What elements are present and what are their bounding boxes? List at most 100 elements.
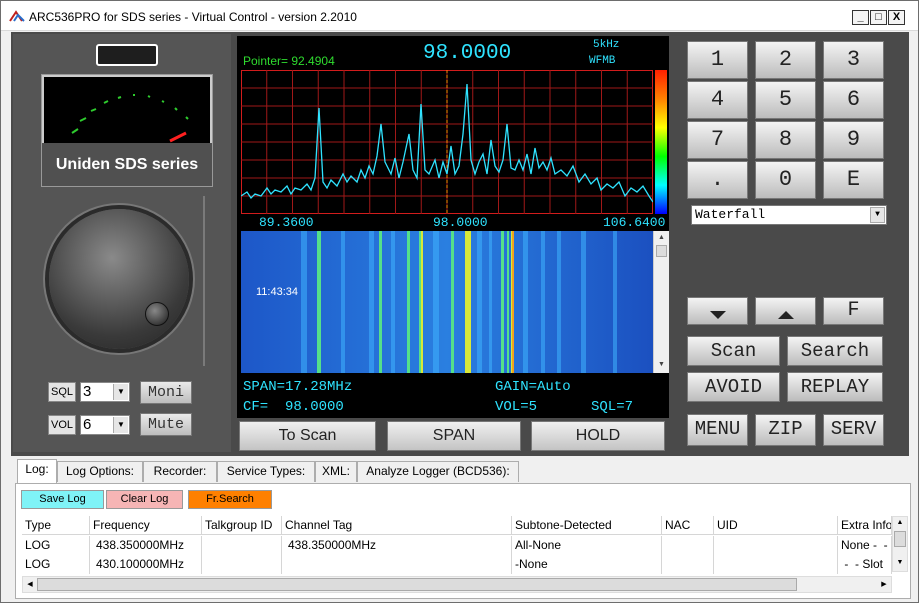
waterfall-timestamp: 11:43:34 (256, 286, 299, 298)
table-cell[interactable]: LOG (22, 536, 90, 555)
scroll-thumb[interactable] (656, 245, 667, 257)
tab-strip: Log: Log Options: Recorder: Service Type… (15, 459, 915, 483)
up-arrow-button[interactable] (755, 297, 816, 325)
span-readout: SPAN=17.28MHz (243, 379, 353, 395)
zip-button[interactable]: ZIP (755, 414, 816, 446)
title-bar: ARC536PRO for SDS series - Virtual Contr… (1, 1, 918, 31)
left-control-panel: Uniden SDS series SQL 3 ▼ Moni VOL 6 ▼ Mut… (13, 34, 231, 452)
col-nac[interactable]: NAC (662, 516, 714, 535)
close-button[interactable]: X (888, 10, 905, 25)
table-cell[interactable] (202, 536, 282, 555)
vol-readout: VOL=5 (495, 399, 538, 415)
chevron-down-icon: ▼ (113, 417, 128, 433)
knob-grip-icon (145, 302, 169, 326)
key-1-button[interactable]: 1 (687, 41, 748, 79)
log-horizontal-scrollbar[interactable]: ◀ ▶ (22, 576, 892, 593)
display-header: Pointer= 92.4904 98.0000 5kHz WFMB (237, 36, 669, 70)
clear-log-button[interactable]: Clear Log (106, 490, 183, 509)
table-cell[interactable] (202, 555, 282, 574)
tab-xml[interactable]: XML: (315, 461, 357, 482)
scale-end: 106.6400 (603, 215, 666, 230)
col-frequency[interactable]: Frequency (90, 516, 202, 535)
tuning-knob[interactable] (49, 209, 189, 349)
key-dot-button[interactable]: . (687, 161, 748, 199)
search-button[interactable]: Search (787, 336, 883, 366)
save-log-button[interactable]: Save Log (21, 490, 104, 509)
replay-button[interactable]: REPLAY (787, 372, 883, 402)
vol-select[interactable]: 6 ▼ (80, 415, 130, 435)
waterfall-plot[interactable] (241, 231, 653, 373)
vol-value: 6 (83, 416, 92, 433)
signal-meter: Uniden SDS series (41, 74, 213, 187)
f-button[interactable]: F (823, 297, 884, 325)
table-cell[interactable]: 438.350000MHz (282, 536, 512, 555)
log-vertical-scrollbar[interactable]: ▲ ▼ (892, 516, 908, 572)
serv-button[interactable]: SERV (823, 414, 884, 446)
scroll-up-icon[interactable]: ▲ (657, 234, 666, 242)
table-cell[interactable]: 438.350000MHz (90, 536, 202, 555)
sql-select[interactable]: 3 ▼ (80, 382, 130, 402)
mute-button[interactable]: Mute (140, 413, 192, 436)
table-cell[interactable] (662, 555, 714, 574)
key-3-button[interactable]: 3 (823, 41, 884, 79)
table-cell[interactable]: - - Slot (838, 555, 892, 574)
key-4-button[interactable]: 4 (687, 81, 748, 119)
scale-start: 89.3600 (259, 215, 314, 230)
col-talkgroup[interactable]: Talkgroup ID (202, 516, 282, 535)
table-cell[interactable]: -None (512, 555, 662, 574)
sql-readout: SQL=7 (591, 399, 634, 415)
col-uid[interactable]: UID (714, 516, 838, 535)
tab-service-types[interactable]: Service Types: (217, 461, 315, 482)
table-cell[interactable] (662, 536, 714, 555)
step-size: 5kHz (593, 39, 620, 51)
sql-value: 3 (83, 383, 92, 400)
tab-log[interactable]: Log: (17, 459, 57, 483)
spectrum-plot[interactable] (241, 70, 653, 214)
table-cell[interactable]: All-None (512, 536, 662, 555)
key-9-button[interactable]: 9 (823, 121, 884, 159)
table-cell[interactable] (282, 555, 512, 574)
table-cell[interactable]: 430.100000MHz (90, 555, 202, 574)
col-channel-tag[interactable]: Channel Tag (282, 516, 512, 535)
moni-button[interactable]: Moni (140, 381, 192, 404)
scroll-right-icon[interactable]: ▶ (879, 579, 889, 590)
menu-button[interactable]: MENU (687, 414, 748, 446)
key-8-button[interactable]: 8 (755, 121, 816, 159)
table-cell[interactable]: None - - (838, 536, 892, 555)
key-6-button[interactable]: 6 (823, 81, 884, 119)
chevron-down-icon: ▼ (113, 384, 128, 400)
app-window: ARC536PRO for SDS series - Virtual Contr… (0, 0, 919, 603)
scroll-left-icon[interactable]: ◀ (25, 579, 35, 590)
hold-button[interactable]: HOLD (531, 421, 665, 451)
col-subtone[interactable]: Subtone-Detected (512, 516, 662, 535)
meter-scale-icon (71, 94, 189, 143)
view-mode-select[interactable]: Waterfall ▼ (691, 205, 887, 225)
minimize-button[interactable]: _ (852, 10, 869, 25)
scroll-down-icon[interactable]: ▼ (895, 559, 905, 569)
waterfall-scrollbar[interactable]: ▲ ▼ (653, 231, 669, 373)
key-0-button[interactable]: 0 (755, 161, 816, 199)
to-scan-button[interactable]: To Scan (239, 421, 376, 451)
scan-button[interactable]: Scan (687, 336, 780, 366)
scroll-up-icon[interactable]: ▲ (895, 519, 905, 529)
span-button[interactable]: SPAN (387, 421, 521, 451)
table-cell[interactable] (714, 555, 838, 574)
key-5-button[interactable]: 5 (755, 81, 816, 119)
maximize-button[interactable]: □ (870, 10, 887, 25)
down-arrow-button[interactable] (687, 297, 748, 325)
scroll-thumb[interactable] (894, 531, 906, 547)
col-type[interactable]: Type (22, 516, 90, 535)
tab-analyze-logger[interactable]: Analyze Logger (BCD536): (357, 461, 519, 482)
scroll-thumb[interactable] (37, 578, 797, 591)
col-extra-info[interactable]: Extra Info (838, 516, 892, 535)
key-e-button[interactable]: E (823, 161, 884, 199)
tab-log-options[interactable]: Log Options: (57, 461, 143, 482)
key-2-button[interactable]: 2 (755, 41, 816, 79)
key-7-button[interactable]: 7 (687, 121, 748, 159)
table-cell[interactable]: LOG (22, 555, 90, 574)
avoid-button[interactable]: AVOID (687, 372, 780, 402)
fr-search-button[interactable]: Fr.Search (188, 490, 272, 509)
tab-recorder[interactable]: Recorder: (143, 461, 217, 482)
table-cell[interactable] (714, 536, 838, 555)
scroll-down-icon[interactable]: ▼ (657, 361, 666, 369)
